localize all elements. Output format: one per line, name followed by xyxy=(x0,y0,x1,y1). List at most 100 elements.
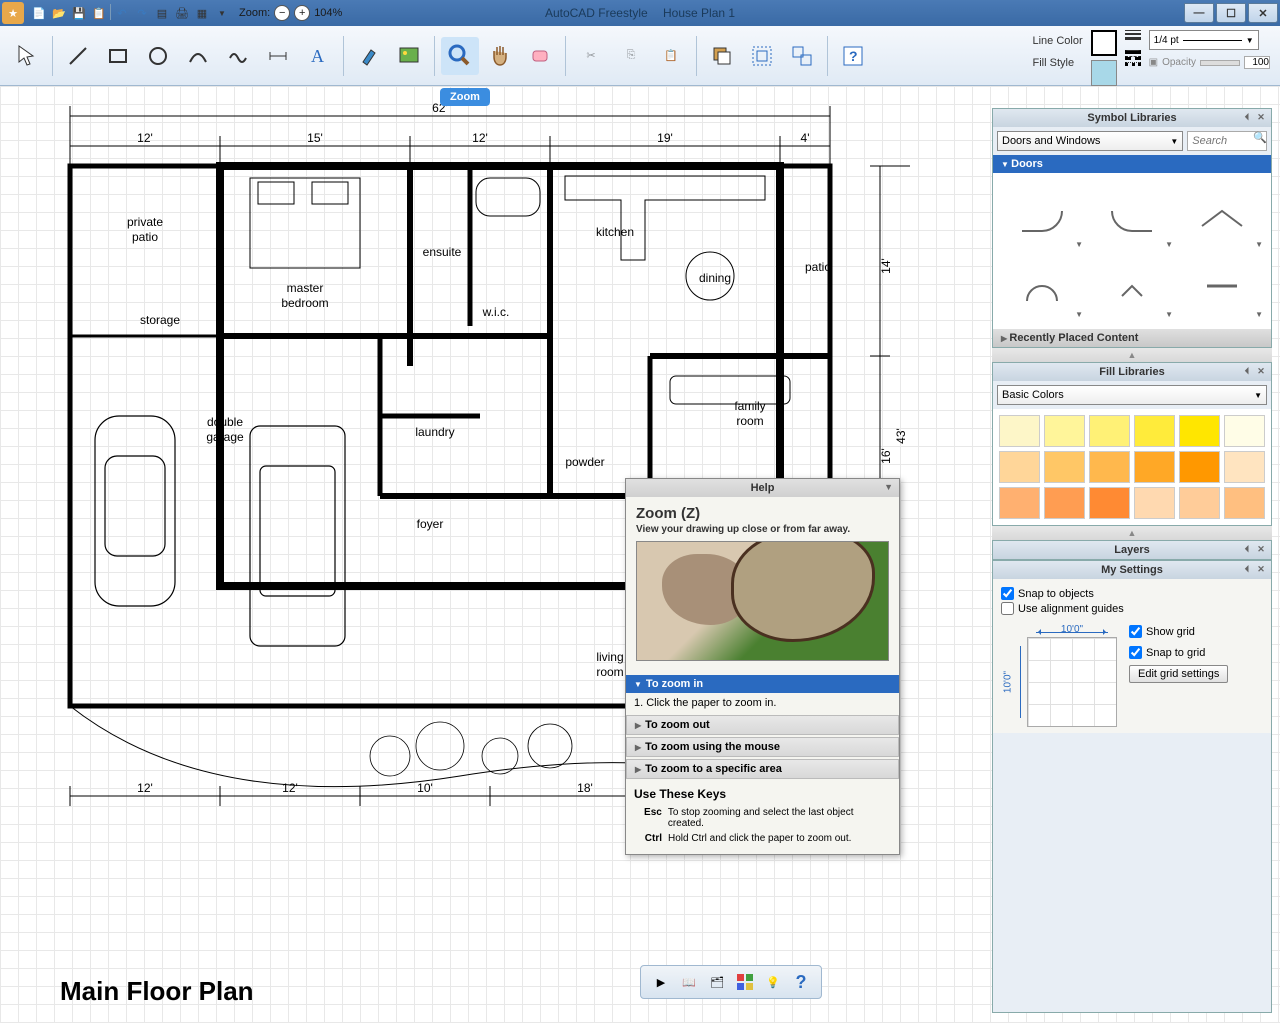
close-button[interactable]: ✕ xyxy=(1248,3,1278,23)
cut-tool[interactable]: ✂ xyxy=(572,37,610,75)
opacity-slider[interactable] xyxy=(1200,60,1240,66)
book-icon[interactable]: 📖 xyxy=(677,970,701,994)
alignment-guides-checkbox[interactable]: Use alignment guides xyxy=(1001,602,1263,615)
opacity-input[interactable] xyxy=(1244,56,1270,69)
line-dash-icon[interactable] xyxy=(1125,50,1141,66)
line-tool[interactable] xyxy=(59,37,97,75)
fill-swatch[interactable] xyxy=(999,487,1040,519)
door-symbol[interactable]: ▼ xyxy=(1177,251,1267,321)
page-setup-icon[interactable]: ▤ xyxy=(153,4,171,22)
marker-tool[interactable] xyxy=(350,37,388,75)
bulb-icon[interactable]: 💡 xyxy=(761,970,785,994)
line-style-icon[interactable] xyxy=(1125,30,1141,40)
snap-objects-checkbox[interactable]: Snap to objects xyxy=(1001,587,1263,600)
group-icon[interactable] xyxy=(743,37,781,75)
door-symbol[interactable]: ▼ xyxy=(997,181,1087,251)
dimension-tool[interactable] xyxy=(259,37,297,75)
help-step-zoomin[interactable]: To zoom in xyxy=(626,675,899,693)
fill-swatch[interactable] xyxy=(1044,487,1085,519)
collapse-up-icon[interactable]: ▲ xyxy=(992,526,1272,540)
help-step-area[interactable]: To zoom to a specific area xyxy=(626,759,899,779)
fill-swatch[interactable] xyxy=(999,415,1040,447)
export-icon[interactable]: ▦ xyxy=(193,4,211,22)
fill-swatch[interactable] xyxy=(1134,487,1175,519)
image-tool[interactable] xyxy=(390,37,428,75)
copy-tool[interactable]: ⎘ xyxy=(612,37,650,75)
door-symbol[interactable]: ▼ xyxy=(1177,181,1267,251)
folder-icon[interactable]: 🗂 xyxy=(705,970,729,994)
zoom-tool[interactable] xyxy=(441,37,479,75)
blocks-icon[interactable] xyxy=(733,970,757,994)
fill-swatch[interactable] xyxy=(1179,487,1220,519)
svg-text:10': 10' xyxy=(417,781,433,795)
new-icon[interactable]: 📄 xyxy=(30,4,48,22)
fill-swatch[interactable] xyxy=(1044,451,1085,483)
eraser-tool[interactable] xyxy=(521,37,559,75)
app-menu-button[interactable]: ★ xyxy=(2,2,24,24)
snap-grid-checkbox[interactable]: Snap to grid xyxy=(1129,646,1228,659)
svg-text:4': 4' xyxy=(801,131,810,145)
zoom-out-button[interactable]: − xyxy=(274,5,290,21)
panel-close-icon[interactable]: ✕ xyxy=(1255,112,1267,124)
fill-swatch[interactable] xyxy=(1089,487,1130,519)
doors-section-header[interactable]: Doors xyxy=(993,155,1271,173)
fill-swatch[interactable] xyxy=(1089,451,1130,483)
my-settings-panel: My Settings⏴✕ Snap to objects Use alignm… xyxy=(992,560,1272,1013)
undo-icon[interactable]: ↶ xyxy=(113,4,131,22)
layers-icon[interactable] xyxy=(703,37,741,75)
help-icon[interactable]: ? xyxy=(834,37,872,75)
svg-text:12': 12' xyxy=(282,781,298,795)
door-symbol[interactable]: ▼ xyxy=(1087,251,1177,321)
rectangle-tool[interactable] xyxy=(99,37,137,75)
maximize-button[interactable]: ☐ xyxy=(1216,3,1246,23)
search-icon[interactable]: 🔍 xyxy=(1253,131,1267,151)
save-icon[interactable]: 💾 xyxy=(70,4,88,22)
fill-swatch[interactable] xyxy=(1134,451,1175,483)
line-color-swatch[interactable] xyxy=(1091,30,1117,56)
zoom-label: Zoom: xyxy=(239,7,270,19)
fill-swatch[interactable] xyxy=(1224,451,1265,483)
help-icon[interactable]: ? xyxy=(789,970,813,994)
help-step-mouse[interactable]: To zoom using the mouse xyxy=(626,737,899,757)
circle-tool[interactable] xyxy=(139,37,177,75)
panel-pin-icon[interactable]: ⏴ xyxy=(1241,112,1253,124)
arc-tool[interactable] xyxy=(179,37,217,75)
open-icon[interactable]: 📂 xyxy=(50,4,68,22)
collapse-up-icon[interactable]: ▲ xyxy=(992,348,1272,362)
minimize-button[interactable]: — xyxy=(1184,3,1214,23)
door-symbol[interactable]: ▼ xyxy=(997,251,1087,321)
help-panel-title[interactable]: Help xyxy=(626,479,899,497)
ungroup-icon[interactable] xyxy=(783,37,821,75)
select-tool[interactable] xyxy=(8,37,46,75)
fill-swatch[interactable] xyxy=(1089,415,1130,447)
paste-tool[interactable]: 📋 xyxy=(652,37,690,75)
fill-color-swatch[interactable] xyxy=(1091,60,1117,86)
edit-grid-button[interactable]: Edit grid settings xyxy=(1129,665,1228,683)
qat-dropdown-icon[interactable]: ▼ xyxy=(213,4,231,22)
symbol-category-select[interactable]: Doors and Windows▼ xyxy=(997,131,1183,151)
redo-icon[interactable]: ↷ xyxy=(133,4,151,22)
lineweight-select[interactable]: 1/4 pt▼ xyxy=(1149,30,1259,50)
door-symbol[interactable]: ▼ xyxy=(1087,181,1177,251)
fill-swatch[interactable] xyxy=(1179,415,1220,447)
zoom-in-button[interactable]: + xyxy=(294,5,310,21)
pan-tool[interactable] xyxy=(481,37,519,75)
fill-swatch[interactable] xyxy=(1044,415,1085,447)
saveas-icon[interactable]: 📋 xyxy=(90,4,108,22)
fill-swatch[interactable] xyxy=(1179,451,1220,483)
fill-swatch[interactable] xyxy=(1224,415,1265,447)
svg-text:12': 12' xyxy=(472,131,488,145)
fill-category-select[interactable]: Basic Colors▼ xyxy=(997,385,1267,405)
help-keys-heading: Use These Keys xyxy=(626,787,899,801)
print-icon[interactable]: 🖨 xyxy=(173,4,191,22)
help-step-zoomout[interactable]: To zoom out xyxy=(626,715,899,735)
play-icon[interactable]: ▶ xyxy=(649,970,673,994)
freehand-tool[interactable] xyxy=(219,37,257,75)
recent-content-header[interactable]: Recently Placed Content xyxy=(993,329,1271,347)
show-grid-checkbox[interactable]: Show grid xyxy=(1129,625,1228,638)
fill-swatch[interactable] xyxy=(1224,487,1265,519)
fill-swatch[interactable] xyxy=(1134,415,1175,447)
layers-title: Layers xyxy=(1114,544,1149,556)
text-tool[interactable]: A xyxy=(299,37,337,75)
fill-swatch[interactable] xyxy=(999,451,1040,483)
